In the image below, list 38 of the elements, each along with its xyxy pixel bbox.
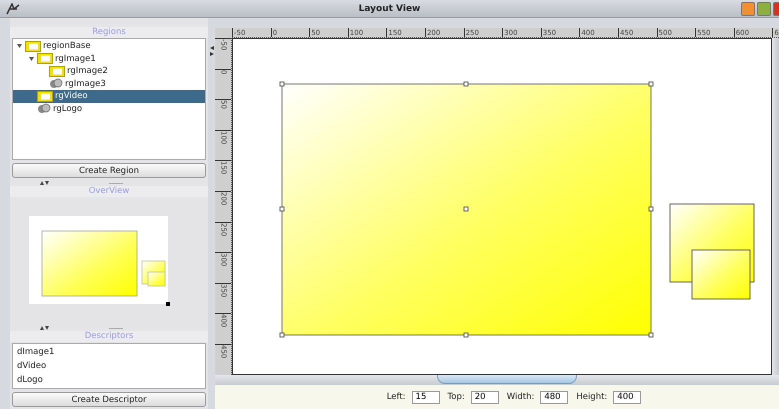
input-field[interactable]: 400 [613,390,642,404]
window-title: Layout View [358,4,422,14]
collapse-arrow-icon[interactable] [29,56,35,61]
minimize-button[interactable] [741,2,755,16]
vertical-scrollbar[interactable] [772,38,779,375]
app-icon [6,2,20,14]
descriptor-item[interactable]: dVideo [17,359,201,373]
field-label: Top: [448,392,465,402]
tree-item[interactable]: rgVideo [13,90,205,102]
input-field[interactable]: 20 [470,390,499,404]
tree-item[interactable]: rgImage3 [13,78,205,90]
tree-item[interactable]: rgImage1 [13,52,205,65]
region-icon [25,40,41,52]
field-label: Width: [506,392,534,402]
media-icon [49,78,63,90]
descriptor-item[interactable]: dImage1 [17,345,201,359]
create-descriptor-button[interactable]: Create Descriptor [12,392,206,407]
region-icon [49,66,65,77]
maximize-button[interactable] [757,2,771,16]
create-region-button[interactable]: Create Region [12,163,206,178]
field-label: Left: [386,392,406,402]
tree-item[interactable]: rgLogo [13,102,205,115]
collapse-arrows-icon[interactable] [210,46,214,56]
region-icon [37,90,53,102]
input-field[interactable]: 480 [540,390,568,404]
panel-title: Regions [10,27,208,38]
tree-item[interactable]: rgImage2 [13,65,205,78]
media-icon [37,103,51,114]
panel-title: OverView [10,186,208,197]
region-rectangle[interactable] [692,250,750,300]
field-label: Height: [576,392,608,402]
descriptor-item[interactable]: dLogo [17,373,201,387]
tree-item[interactable]: regionBase [13,40,205,52]
input-field[interactable]: 15 [412,390,440,404]
region-icon [37,53,53,64]
horizontal-scrollbar[interactable] [215,375,779,385]
collapse-arrow-icon[interactable] [17,44,23,48]
panel-title: Descriptors [10,331,208,342]
